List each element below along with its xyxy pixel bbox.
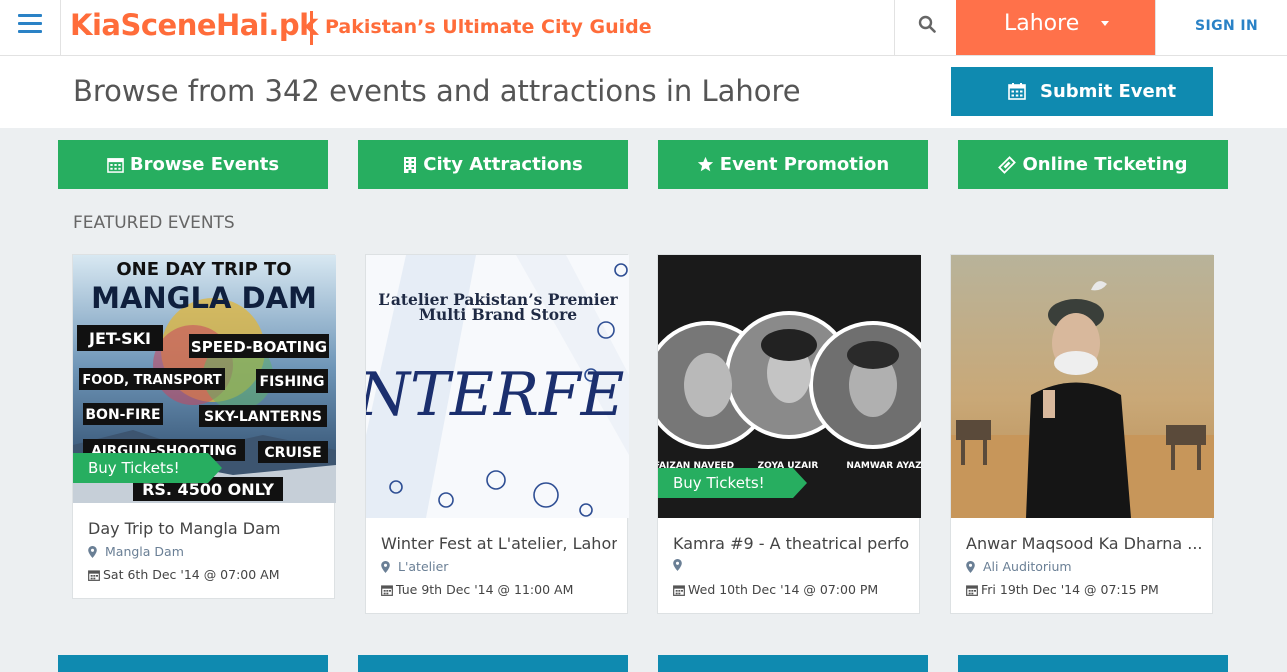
signin-area: SIGN IN xyxy=(1155,0,1287,55)
event-poster-anwar xyxy=(951,255,1214,518)
event-poster-winterfest: L’atelier Pakistan’s Premier Multi Brand… xyxy=(366,255,629,518)
event-poster-mangla: ONE DAY TRIP TO MANGLA DAM JET-SKI SPEED… xyxy=(73,255,336,503)
page-headline: Browse from 342 events and attractions i… xyxy=(73,74,801,108)
poster-tag: CRUISE xyxy=(264,445,321,461)
category-button[interactable] xyxy=(658,655,928,672)
event-venue: L'atelier xyxy=(381,559,448,574)
submit-event-label: Submit Event xyxy=(1040,81,1177,102)
calendar-icon xyxy=(107,158,124,173)
event-date: Fri 19th Dec '14 @ 07:15 PM xyxy=(966,582,1159,597)
search-icon[interactable] xyxy=(918,15,936,33)
poster-name-3: NAMWAR AYAZ xyxy=(846,461,921,471)
category-button[interactable] xyxy=(358,655,628,672)
browse-events-label: Browse Events xyxy=(129,154,280,175)
poster-line-2: Multi Brand Store xyxy=(419,305,577,324)
event-promotion-button[interactable]: Event Promotion xyxy=(658,140,928,189)
online-ticketing-button[interactable]: Online Ticketing xyxy=(958,140,1228,189)
event-card[interactable]: Anwar Maqsood Ka Dharna ... Ali Auditori… xyxy=(950,254,1214,614)
event-venue: Mangla Dam xyxy=(88,544,184,559)
city-attractions-button[interactable]: City Attractions xyxy=(358,140,628,189)
poster-tag: FISHING xyxy=(260,374,325,390)
poster-tag: SKY-LANTERNS xyxy=(204,409,322,425)
building-icon xyxy=(404,156,417,173)
event-title[interactable]: Anwar Maqsood Ka Dharna ... xyxy=(966,534,1202,553)
event-date-label: Fri 19th Dec '14 @ 07:15 PM xyxy=(981,582,1159,597)
city-attractions-label: City Attractions xyxy=(423,154,583,175)
event-date: Wed 10th Dec '14 @ 07:00 PM xyxy=(673,582,878,597)
city-selector-label: Lahore xyxy=(1004,11,1080,36)
poster-big-text: NTERFE xyxy=(366,360,624,430)
top-navbar: KiaSceneHai.pk Pakistan’s Ultimate City … xyxy=(0,0,1287,56)
event-venue xyxy=(673,559,690,571)
event-promotion-label: Event Promotion xyxy=(719,154,890,175)
event-date-label: Tue 9th Dec '14 @ 11:00 AM xyxy=(396,582,574,597)
calendar-icon xyxy=(673,584,685,596)
event-venue-label: L'atelier xyxy=(398,559,449,574)
hamburger-menu-icon[interactable] xyxy=(18,14,42,34)
event-date-label: Wed 10th Dec '14 @ 07:00 PM xyxy=(688,582,879,597)
calendar-icon xyxy=(1008,83,1026,100)
browse-events-button[interactable]: Browse Events xyxy=(58,140,328,189)
event-title[interactable]: Kamra #9 - A theatrical perfo... xyxy=(673,534,909,553)
logo-separator xyxy=(310,11,313,45)
submit-event-button[interactable]: Submit Event xyxy=(951,67,1213,116)
poster-line-2: MANGLA DAM xyxy=(91,281,317,315)
map-marker-icon xyxy=(673,559,682,571)
event-poster-kamra: FAIZAN NAVEED ZOYA UZAIR NAMWAR AYAZ Buy… xyxy=(658,255,921,518)
category-button[interactable] xyxy=(958,655,1228,672)
star-icon xyxy=(697,156,713,172)
map-marker-icon xyxy=(966,560,975,573)
map-marker-icon xyxy=(381,560,390,573)
category-button[interactable] xyxy=(58,655,328,672)
event-venue-label: Mangla Dam xyxy=(105,544,184,559)
buy-tickets-ribbon[interactable]: Buy Tickets! xyxy=(73,453,222,483)
divider xyxy=(60,0,61,55)
event-venue-label: Ali Auditorium xyxy=(983,559,1072,574)
poster-line-1: ONE DAY TRIP TO xyxy=(116,259,291,280)
calendar-icon xyxy=(966,584,978,596)
calendar-icon xyxy=(88,569,100,581)
online-ticketing-label: Online Ticketing xyxy=(1022,154,1188,175)
event-date: Tue 9th Dec '14 @ 11:00 AM xyxy=(381,582,573,597)
site-logo[interactable]: KiaSceneHai.pk xyxy=(70,8,318,42)
featured-events-heading: FEATURED EVENTS xyxy=(73,213,235,233)
poster-art xyxy=(951,255,1214,518)
event-title[interactable]: Day Trip to Mangla Dam xyxy=(88,519,324,538)
calendar-icon xyxy=(381,584,393,596)
event-card[interactable]: L’atelier Pakistan’s Premier Multi Brand… xyxy=(365,254,629,614)
poster-art: L’atelier Pakistan’s Premier Multi Brand… xyxy=(366,255,629,518)
poster-tag: FOOD, TRANSPORT xyxy=(82,373,221,388)
event-date-label: Sat 6th Dec '14 @ 07:00 AM xyxy=(103,567,280,582)
caret-down-icon xyxy=(1101,21,1109,26)
sign-in-link[interactable]: SIGN IN xyxy=(1195,18,1258,34)
headline-band: Browse from 342 events and attractions i… xyxy=(0,56,1287,128)
poster-tag: SPEED-BOATING xyxy=(191,338,327,356)
ticket-icon xyxy=(998,155,1017,174)
search-area xyxy=(894,0,956,55)
event-venue: Ali Auditorium xyxy=(966,559,1072,574)
site-tagline: Pakistan’s Ultimate City Guide xyxy=(325,16,652,38)
poster-tag: JET-SKI xyxy=(88,329,151,348)
event-card[interactable]: ONE DAY TRIP TO MANGLA DAM JET-SKI SPEED… xyxy=(72,254,336,599)
map-marker-icon xyxy=(88,545,97,558)
poster-tag: BON-FIRE xyxy=(85,407,160,423)
event-title[interactable]: Winter Fest at L'atelier, Lahore xyxy=(381,534,617,553)
event-card[interactable]: FAIZAN NAVEED ZOYA UZAIR NAMWAR AYAZ Buy… xyxy=(657,254,921,614)
city-selector[interactable]: Lahore xyxy=(956,0,1155,55)
buy-tickets-ribbon[interactable]: Buy Tickets! xyxy=(658,468,807,498)
event-date: Sat 6th Dec '14 @ 07:00 AM xyxy=(88,567,280,582)
